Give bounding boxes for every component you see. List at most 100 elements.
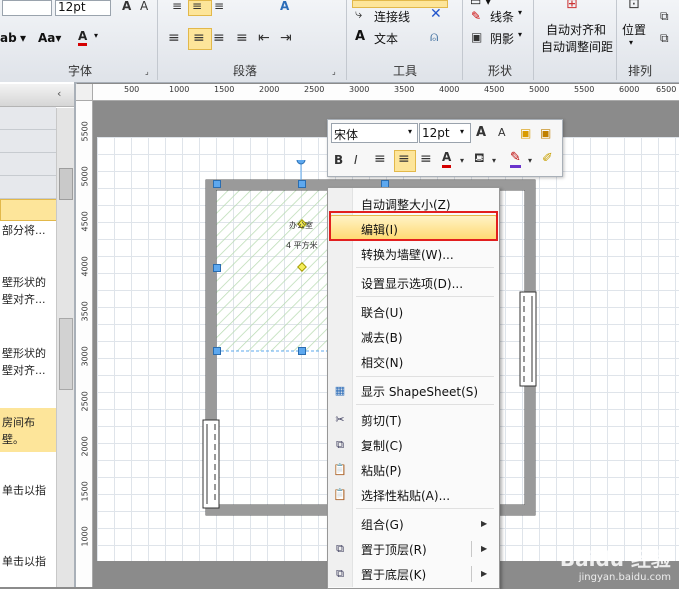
text-tool[interactable]: 文本 [374,30,398,47]
send-backward-icon[interactable]: ⧉ [660,30,669,46]
stencil-row[interactable] [0,107,56,130]
decrease-indent-icon[interactable]: ⇤ [258,30,270,46]
align-top-right-icon[interactable]: ≡ [214,0,224,14]
shadow-icon[interactable]: ▣ [471,29,482,45]
menu-item-show-shapesheet[interactable]: 显示 ShapeSheet(S) [361,383,478,400]
connector-icon[interactable]: ⤷ [355,7,362,23]
font-color-icon[interactable]: A [78,29,88,46]
chevron-down-icon[interactable]: ▾ [408,127,412,136]
format-painter-icon[interactable]: ▣ [520,125,531,141]
line-color-icon[interactable]: ✎ [510,150,521,168]
align-left-icon[interactable]: ≡ [168,30,180,46]
stencil-row[interactable] [0,176,56,199]
menu-item-paste-special[interactable]: 选择性粘贴(A)... [361,487,450,504]
text-tool-icon[interactable]: A [355,29,365,44]
group-shape-label: 形状 [487,64,512,78]
shadow-button[interactable]: 阴影 [490,30,514,47]
auto-align-line2[interactable]: 自动调整间距 [541,38,613,55]
align-right-icon[interactable]: ≡ [213,30,225,46]
font-dialog-launcher-icon[interactable]: ⌟ [145,64,149,80]
text-direction-icon[interactable]: A [280,0,289,14]
copy-format-icon[interactable]: ▣ [540,125,551,141]
align-top-center-icon[interactable]: ≡ [192,0,202,14]
group-arrange-label: 排列 [627,64,652,78]
submenu-arrow-icon: ▶ [481,519,488,528]
connector-tool[interactable]: 连接线 [374,8,410,25]
selection-handle[interactable] [298,180,306,188]
font-color-dropdown-icon[interactable]: ▾ [94,31,98,40]
font-name-box[interactable] [2,0,52,16]
menu-item-group[interactable]: 组合(G) [361,516,404,533]
line-icon[interactable]: ✎ [471,8,481,24]
scrollbar-thumb[interactable] [59,318,73,390]
stencil-row-selected[interactable] [0,199,58,221]
stencil-row[interactable] [0,130,56,153]
shapesheet-icon: ▦ [334,384,346,397]
chevron-down-icon[interactable]: ▾ [460,127,464,136]
mini-size-select[interactable]: 12pt ▾ [419,123,471,143]
selection-handle[interactable] [298,347,306,355]
position-dropdown-icon[interactable]: ▾ [629,38,633,47]
align-top-left-icon[interactable]: ≡ [172,0,182,14]
pane-scrollbar[interactable] [56,108,74,587]
menu-item-subtract[interactable]: 减去(B) [361,329,403,346]
mini-font-select[interactable]: 宋体 ▾ [331,123,418,143]
close-x-icon[interactable]: ✕ [430,6,442,22]
align-center-icon[interactable]: ≡ [398,151,410,167]
position-icon[interactable]: ⊡ [628,0,640,12]
fill-top-icon[interactable]: ▭ ▾ [470,0,491,8]
collapse-pane-icon[interactable]: ‹ [57,87,61,100]
position-button[interactable]: 位置 [622,21,646,38]
chevron-down-icon[interactable]: ▾ [492,153,496,169]
justify-icon[interactable]: ≡ [236,30,248,46]
submenu-arrow-icon[interactable]: ▶ [481,544,487,553]
bring-forward-icon[interactable]: ⧉ [660,8,669,24]
selection-handle[interactable] [213,180,221,188]
menu-item-cut[interactable]: 剪切(T) [361,412,402,429]
ruler-label: 2500 [304,85,325,94]
menu-item-bring-to-front[interactable]: 置于顶层(R) [361,541,427,558]
chevron-down-icon[interactable]: ▾ [460,153,464,169]
paragraph-dialog-launcher-icon[interactable]: ⌟ [332,64,336,80]
align-left-icon[interactable]: ≡ [374,151,386,167]
menu-item-send-to-back[interactable]: 置于底层(K) [361,566,426,583]
shrink-font-icon[interactable]: A [498,125,506,141]
fill-bucket-icon[interactable]: ⛾ [474,151,485,167]
menu-item-convert-to-walls[interactable]: 转换为墙壁(W)... [361,246,454,263]
connection-point-icon[interactable]: ⍝ [430,29,438,45]
align-center-icon[interactable]: ≡ [193,30,205,46]
case-down-icon[interactable]: ▾ [20,31,26,45]
selection-handle[interactable] [213,264,221,272]
ruler-label: 500 [124,85,140,94]
grow-font-icon[interactable]: A [122,0,131,14]
format-brush-icon[interactable]: ✐ [542,151,553,167]
change-case-icon[interactable]: Aa▾ [38,31,61,45]
increase-indent-icon[interactable]: ⇥ [280,30,292,46]
grow-font-icon[interactable]: A [476,125,486,141]
line-button[interactable]: 线条 [490,8,514,25]
auto-align-line1[interactable]: 自动对齐和 [546,21,606,38]
line-dropdown-icon[interactable]: ▾ [518,8,522,17]
menu-item-intersect[interactable]: 相交(N) [361,354,403,371]
chevron-down-icon[interactable]: ▾ [528,153,532,169]
group-separator [533,0,534,80]
menu-item-display-options[interactable]: 设置显示选项(D)... [361,275,463,292]
submenu-arrow-icon[interactable]: ▶ [481,569,487,578]
font-color-icon[interactable]: A [442,150,452,168]
menu-item-paste[interactable]: 粘贴(P) [361,462,402,479]
ruler-label: 4500 [484,85,505,94]
menu-item-union[interactable]: 联合(U) [361,304,403,321]
menu-separator [356,404,494,405]
selection-handle[interactable] [213,347,221,355]
shrink-font-icon[interactable]: A [140,0,148,14]
auto-align-icon[interactable]: ⊞ [566,0,578,12]
font-size-box[interactable]: 12pt [55,0,111,16]
bold-format-icon[interactable]: ab [0,31,17,45]
italic-button[interactable]: I [354,152,358,168]
stencil-row[interactable] [0,153,56,176]
align-right-icon[interactable]: ≡ [420,151,432,167]
shadow-dropdown-icon[interactable]: ▾ [518,30,522,39]
menu-item-copy[interactable]: 复制(C) [361,437,403,454]
scrollbar-thumb[interactable] [59,168,73,200]
bold-button[interactable]: B [334,152,343,168]
